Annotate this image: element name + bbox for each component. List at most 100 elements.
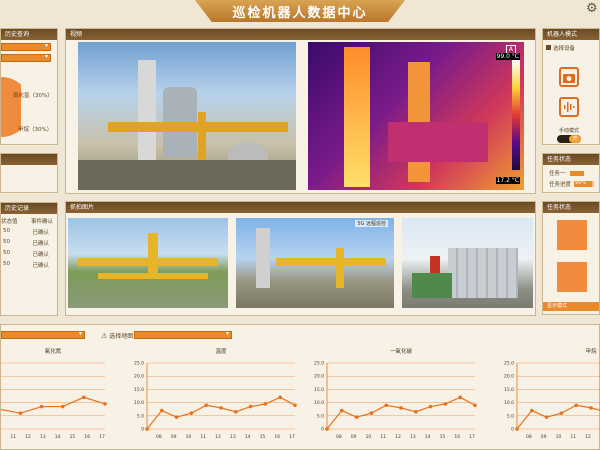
y-tick-label: 10.0 [504, 400, 514, 406]
left-query-panel: 历史查询 氯化氢（30%） 甲烷（30%） [0, 28, 58, 145]
data-point [82, 395, 86, 400]
legend-item-1: 氯化氢（30%） [13, 93, 53, 99]
camera-button[interactable] [559, 67, 579, 87]
status-block-1 [557, 220, 587, 250]
x-tick-label: 13 [410, 434, 416, 440]
capture-image-3[interactable] [402, 218, 533, 308]
y-tick-label: 10.0 [134, 400, 144, 406]
data-point [278, 395, 283, 400]
y-tick-label: 5.0 [507, 413, 514, 419]
camera-icon [563, 74, 575, 83]
y-tick-label: 20.0 [134, 374, 144, 380]
x-tick-label: 11 [380, 434, 386, 440]
capture-panel: 抓拍图片 5G 远程巡检 [65, 201, 536, 316]
data-point [293, 403, 297, 408]
data-point [234, 410, 238, 414]
thermal-min-temp: 17.2 °C [495, 177, 520, 184]
progress-value: 90% [575, 180, 587, 186]
y-tick-label: 25.0 [504, 361, 514, 367]
data-point [39, 404, 44, 409]
toggle-knob: 开 [569, 135, 581, 143]
x-tick-label: 13 [40, 434, 46, 440]
table-row: 50 已确认 [3, 261, 49, 269]
audio-button[interactable] [559, 97, 579, 117]
data-point [145, 427, 149, 431]
thermal-video-feed[interactable]: A 99.0 °C 17.2 °C [308, 42, 524, 190]
table-row: 50 已确认 [3, 250, 49, 258]
data-point [515, 427, 519, 431]
data-point [325, 427, 329, 431]
x-tick-label: 16 [454, 434, 460, 440]
data-point [60, 404, 65, 409]
y-tick-label: 25.0 [314, 361, 324, 367]
data-point [263, 402, 268, 406]
x-tick-label: 08 [156, 434, 162, 440]
x-tick-label: 09 [541, 434, 547, 440]
device-icon [546, 45, 551, 50]
status-col-header: 状态值 [1, 219, 18, 225]
x-tick-label: 16 [274, 434, 280, 440]
data-point [354, 415, 359, 419]
x-tick-label: 11 [10, 434, 16, 440]
video-header: 视频 [66, 29, 535, 40]
data-point [574, 403, 578, 408]
data-point [399, 406, 403, 410]
query-select-2[interactable] [1, 53, 51, 62]
robot-mode-header: 机器人模式 [543, 29, 599, 40]
task-status-panel: 任务状态 任务一 任务进度 90% [542, 153, 600, 193]
data-point [458, 395, 463, 400]
x-tick-label: 17 [289, 434, 295, 440]
task-status-2-header: 任务状态 [543, 202, 599, 213]
query-select-1[interactable] [1, 42, 51, 51]
series-line [516, 404, 600, 430]
history-record-header: 历史记录 [1, 203, 57, 214]
x-tick-label: 10 [556, 434, 562, 440]
select-device-label[interactable]: 选择设备 [546, 44, 575, 52]
y-tick-label: 15.0 [314, 387, 324, 393]
data-point [160, 408, 164, 413]
capture-image-1[interactable] [68, 218, 228, 308]
series-line [1, 396, 106, 414]
left-mid-header [1, 154, 57, 165]
y-tick-label: 20.0 [314, 374, 324, 380]
left-mid-panel [0, 153, 58, 193]
task1-select[interactable] [569, 170, 584, 176]
data-point [559, 411, 564, 415]
history-query-header: 历史查询 [1, 29, 57, 40]
y-tick-label: 20.0 [504, 374, 514, 380]
status-block-2 [557, 262, 587, 292]
x-tick-label: 12 [395, 434, 401, 440]
task1-label: 任务一 [549, 171, 566, 177]
chart-title: 氧化氮 [45, 347, 62, 355]
event-col-header: 事件确认 [30, 219, 53, 225]
gear-icon[interactable]: ⚙ [586, 2, 600, 16]
data-point [103, 402, 107, 406]
x-tick-label: 08 [336, 434, 342, 440]
plant-video-feed[interactable] [78, 42, 296, 190]
data-point [189, 411, 194, 415]
capture-image-2[interactable]: 5G 远程巡检 [236, 218, 394, 308]
manual-mode-toggle[interactable]: 开 [557, 135, 581, 143]
audio-wave-icon [564, 102, 575, 112]
chart-select-map[interactable] [134, 330, 232, 339]
y-tick-label: 0 [511, 427, 514, 433]
thermal-max-temp: 99.0 °C [495, 53, 520, 60]
y-tick-label: 5.0 [317, 413, 324, 419]
data-point [428, 404, 433, 409]
x-tick-label: 09 [351, 434, 357, 440]
y-tick-label: 5.0 [137, 413, 144, 419]
chart-select-left[interactable] [1, 330, 85, 339]
left-history-panel: 历史记录 状态值 事件确认 50 已确认 50 已确认 50 已确认 50 已确认 [0, 202, 58, 316]
data-point [219, 406, 223, 410]
chart-title: 温度 [215, 347, 227, 355]
data-point [340, 408, 344, 413]
x-tick-label: 11 [200, 434, 206, 440]
show-mode-button[interactable]: 显示模式 [543, 302, 599, 311]
video-panel: 视频 A 99.0 °C 17.2 °C [65, 28, 536, 194]
x-tick-label: 15 [70, 434, 76, 440]
data-point [174, 415, 179, 419]
data-point [248, 404, 253, 409]
x-tick-label: 14 [425, 434, 431, 440]
robot-mode-panel: 机器人模式 选择设备 手动模式 开 [542, 28, 600, 145]
y-tick-label: 15.0 [134, 387, 144, 393]
